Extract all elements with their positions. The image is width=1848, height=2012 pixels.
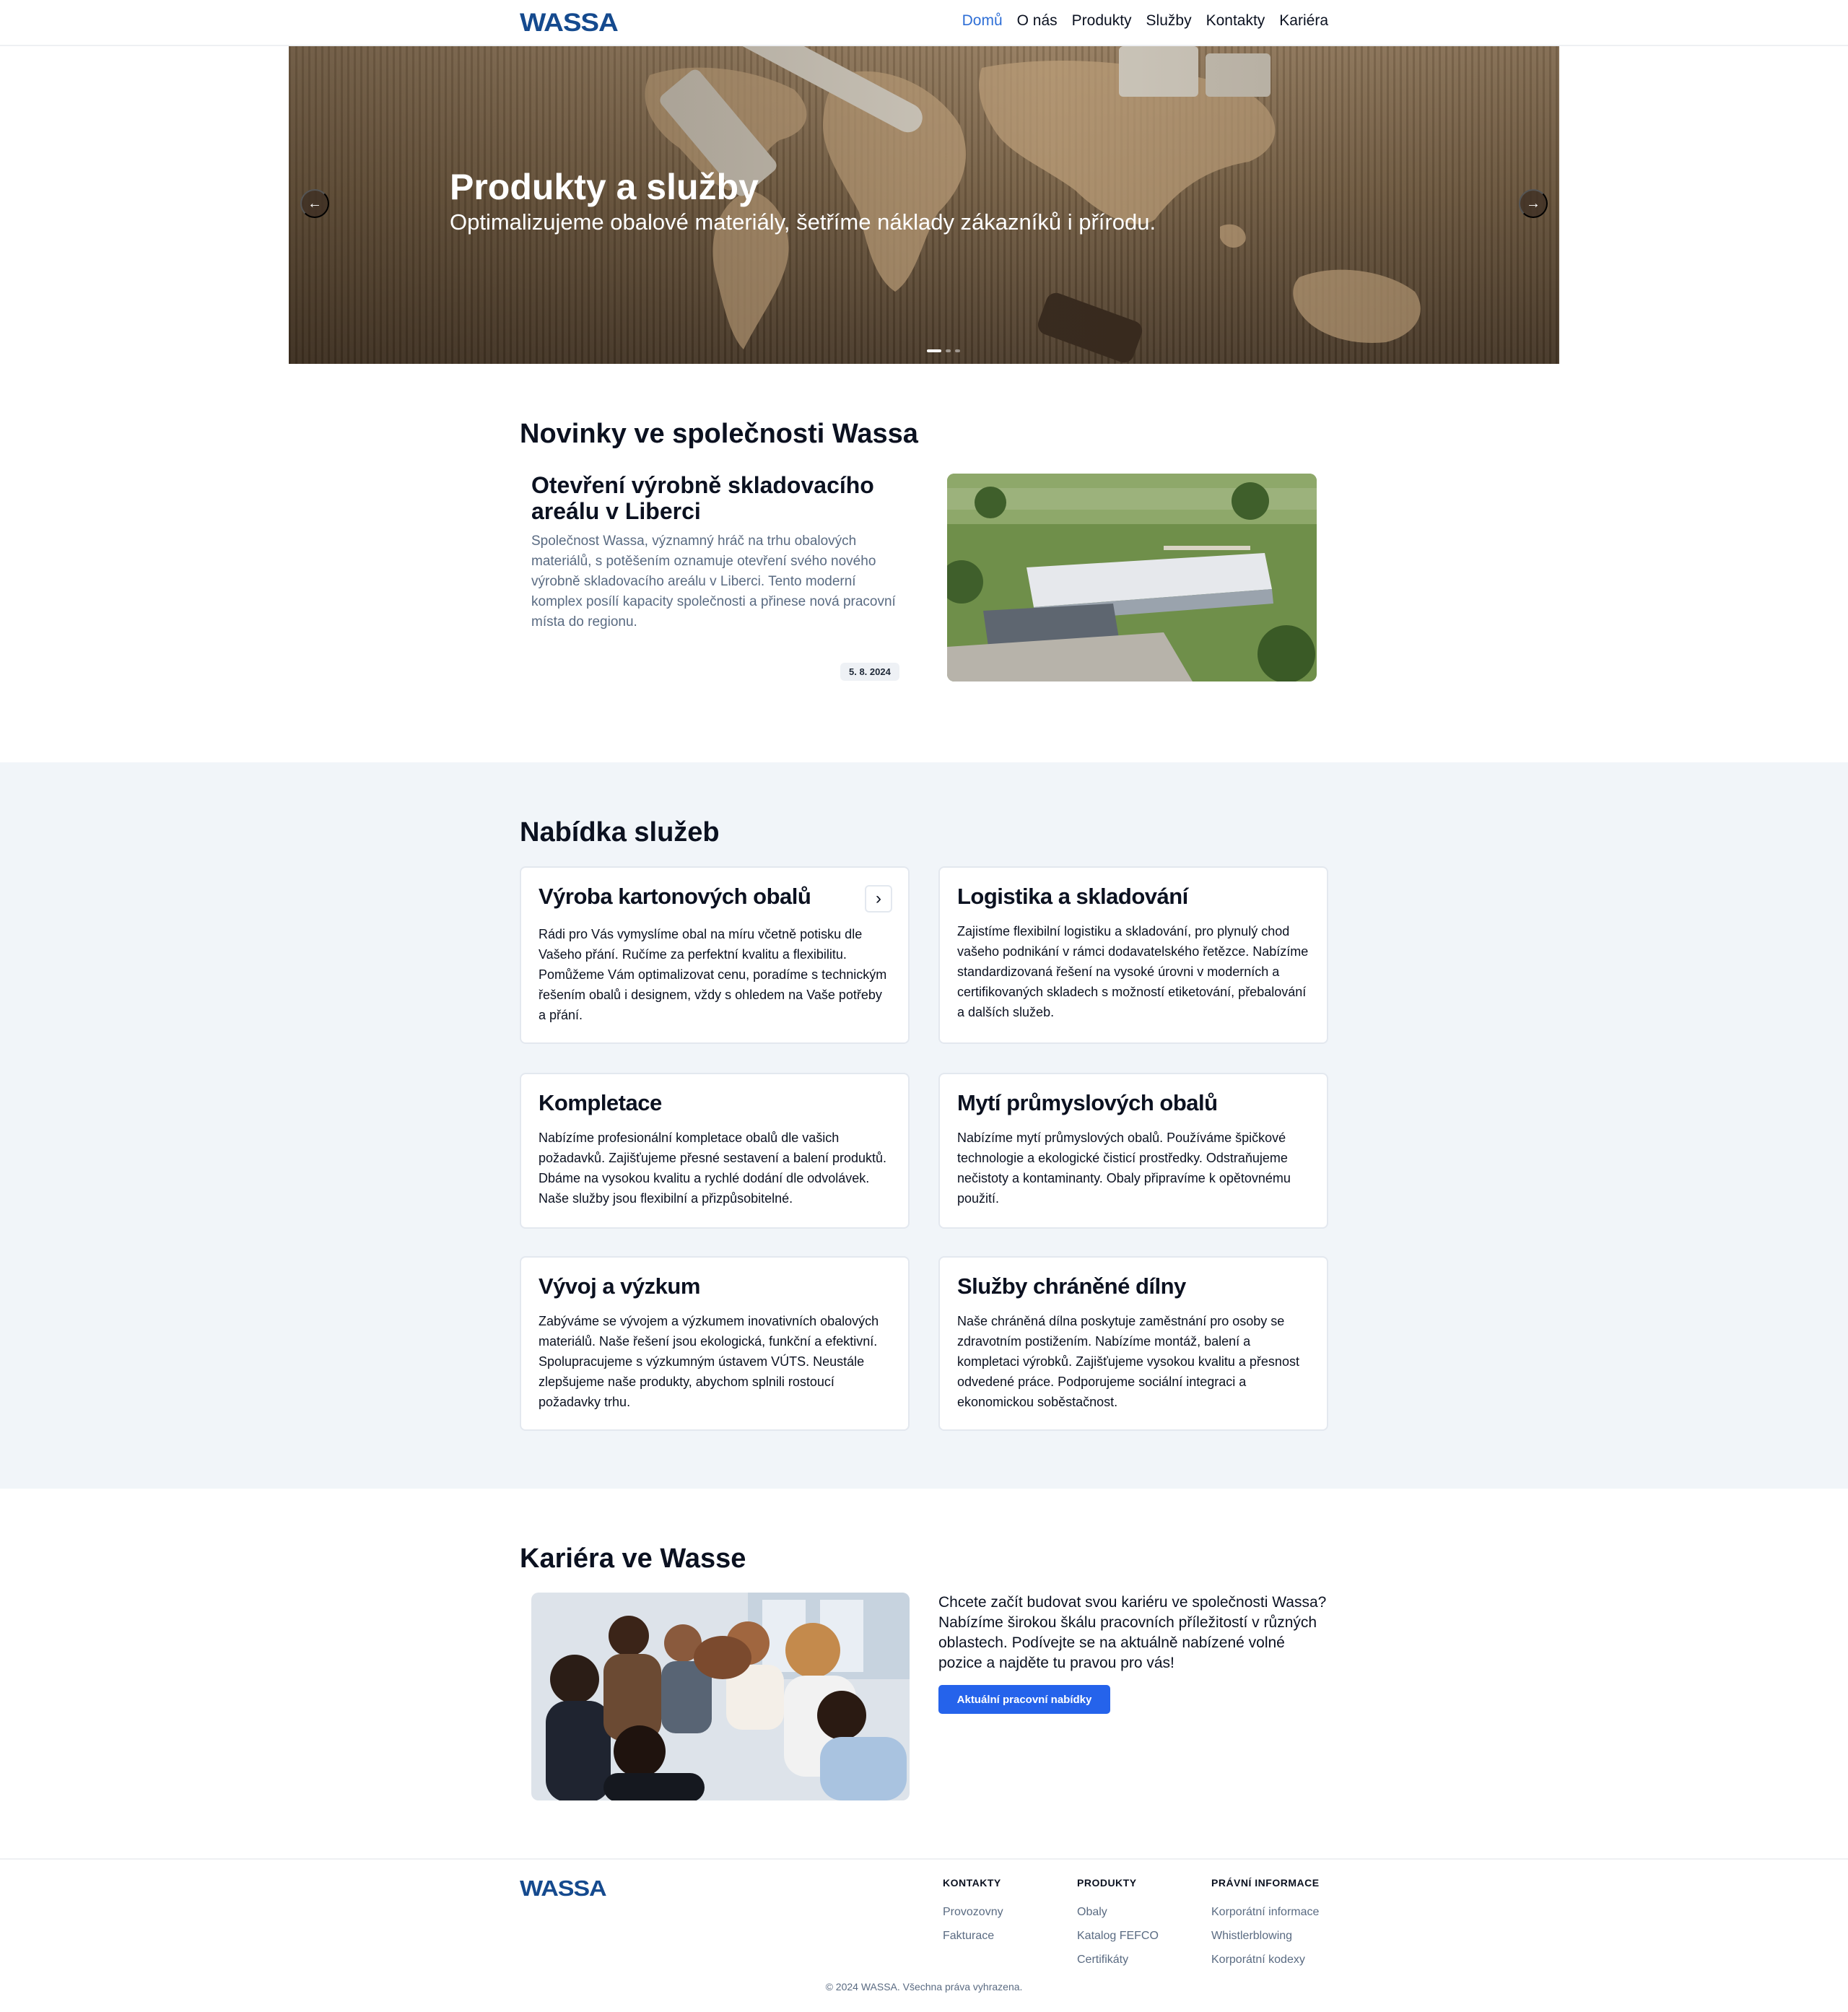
footer-column-pravni-informace: PRÁVNÍ INFORMACE Korporátní informace Wh… [1211, 1877, 1320, 1977]
wassa-logo[interactable]: WASSA [520, 9, 619, 38]
footer-link-obaly[interactable]: Obaly [1077, 1906, 1159, 1919]
footer-link-korporatni-kodexy[interactable]: Korporátní kodexy [1211, 1954, 1320, 1967]
service-card-text: Zajistíme flexibilní logistiku a skladov… [957, 924, 1309, 1019]
service-card-title: Mytí průmyslových obalů [957, 1090, 1218, 1115]
footer-link-certifikaty[interactable]: Certifikáty [1077, 1954, 1159, 1967]
service-card-title: Služby chráněné dílny [957, 1273, 1186, 1299]
service-card-title: Logistika a skladování [957, 884, 1188, 909]
chevron-right-icon: › [876, 889, 881, 908]
footer-column-heading: KONTAKTY [943, 1877, 1001, 1889]
footer-link-fakturace[interactable]: Fakturace [943, 1930, 1003, 1943]
nav-item-produkty[interactable]: Produkty [1072, 12, 1132, 30]
main-nav: Domů O nás Produkty Služby Kontakty Kari… [962, 12, 1328, 30]
nav-item-sluzby[interactable]: Služby [1146, 12, 1192, 30]
hero-carousel: Produkty a služby Optimalizujeme obalové… [289, 46, 1559, 364]
site-header: WASSA Domů O nás Produkty Služby Kontakt… [0, 0, 1848, 46]
service-card-text: Naše chráněná dílna poskytuje zaměstnání… [957, 1314, 1299, 1409]
career-text: Chcete začít budovat svou kariéru ve spo… [938, 1594, 1327, 1671]
arrow-left-icon: ← [308, 195, 322, 212]
footer-link-whistlerblowing[interactable]: Whistlerblowing [1211, 1930, 1320, 1943]
footer-link-provozovny[interactable]: Provozovny [943, 1906, 1003, 1919]
news-article-text: Společnost Wassa, významný hráč na trhu … [531, 534, 896, 630]
footer-column-heading: PRÁVNÍ INFORMACE [1211, 1877, 1320, 1889]
service-card-link-button[interactable]: › [865, 885, 892, 913]
footer-divider [0, 1858, 1848, 1860]
service-card-title: Vývoj a výzkum [539, 1273, 700, 1299]
footer-column-produkty: PRODUKTY Obaly Katalog FEFCO Certifikáty [1077, 1877, 1159, 1977]
news-date-badge: 5. 8. 2024 [840, 663, 899, 681]
service-card-text: Nabízíme profesionální kompletace obalů … [539, 1131, 887, 1206]
service-card-logistika[interactable]: Logistika a skladování Zajistíme flexibi… [938, 866, 1328, 1044]
service-card-kompletace[interactable]: Kompletace Nabízíme profesionální komple… [520, 1073, 910, 1229]
copyright-text: © 2024 WASSA. Všechna práva vyhrazena. [825, 1981, 1023, 1993]
carousel-dot-3[interactable] [955, 349, 960, 352]
nav-item-kariera[interactable]: Kariéra [1279, 12, 1328, 30]
carousel-next-button[interactable]: → [1519, 189, 1548, 218]
carousel-dot-2[interactable] [946, 349, 951, 352]
news-article-title[interactable]: Otevření výrobně skladovacího areálu v L… [531, 472, 907, 524]
carousel-dot-1[interactable] [927, 349, 941, 352]
service-card-text: Zabýváme se vývojem a výzkumem inovativn… [539, 1314, 879, 1409]
nav-item-domu[interactable]: Domů [962, 12, 1003, 30]
service-card-title: Výroba kartonových obalů [539, 884, 811, 909]
arrow-right-icon: → [1526, 195, 1540, 212]
services-heading: Nabídka služeb [520, 817, 720, 848]
hero-title: Produkty a služby [450, 167, 759, 207]
service-card-title: Kompletace [539, 1090, 662, 1115]
nav-item-o-nas[interactable]: O nás [1017, 12, 1058, 30]
hero-subtitle: Optimalizujeme obalové materiály, šetřím… [450, 209, 1156, 235]
aerial-warehouse-image[interactable] [947, 474, 1317, 681]
team-high-five-image [531, 1593, 910, 1800]
footer-column-heading: PRODUKTY [1077, 1877, 1137, 1889]
job-offers-button[interactable]: Aktuální pracovní nabídky [938, 1685, 1110, 1714]
footer-link-katalog-fefco[interactable]: Katalog FEFCO [1077, 1930, 1159, 1943]
service-card-vyroba[interactable]: Výroba kartonových obalů › Rádi pro Vás … [520, 866, 910, 1044]
footer-link-korporatni-informace[interactable]: Korporátní informace [1211, 1906, 1320, 1919]
carousel-indicators [927, 349, 960, 352]
footer-logo[interactable]: WASSA [520, 1876, 607, 1902]
service-card-chranena-dilna[interactable]: Služby chráněné dílny Naše chráněná díln… [938, 1256, 1328, 1431]
nav-item-kontakty[interactable]: Kontakty [1206, 12, 1265, 30]
service-card-text: Rádi pro Vás vymyslíme obal na míru včet… [539, 927, 887, 1022]
career-heading: Kariéra ve Wasse [520, 1543, 746, 1574]
service-card-vyvoj[interactable]: Vývoj a výzkum Zabýváme se vývojem a výz… [520, 1256, 910, 1431]
service-card-myti[interactable]: Mytí průmyslových obalů Nabízíme mytí pr… [938, 1073, 1328, 1229]
carousel-prev-button[interactable]: ← [300, 189, 329, 218]
services-section [0, 762, 1848, 1489]
service-card-text: Nabízíme mytí průmyslových obalů. Použív… [957, 1131, 1291, 1206]
footer-column-kontakty: KONTAKTY Provozovny Fakturace [943, 1877, 1003, 1954]
news-heading: Novinky ve společnosti Wassa [520, 419, 918, 449]
